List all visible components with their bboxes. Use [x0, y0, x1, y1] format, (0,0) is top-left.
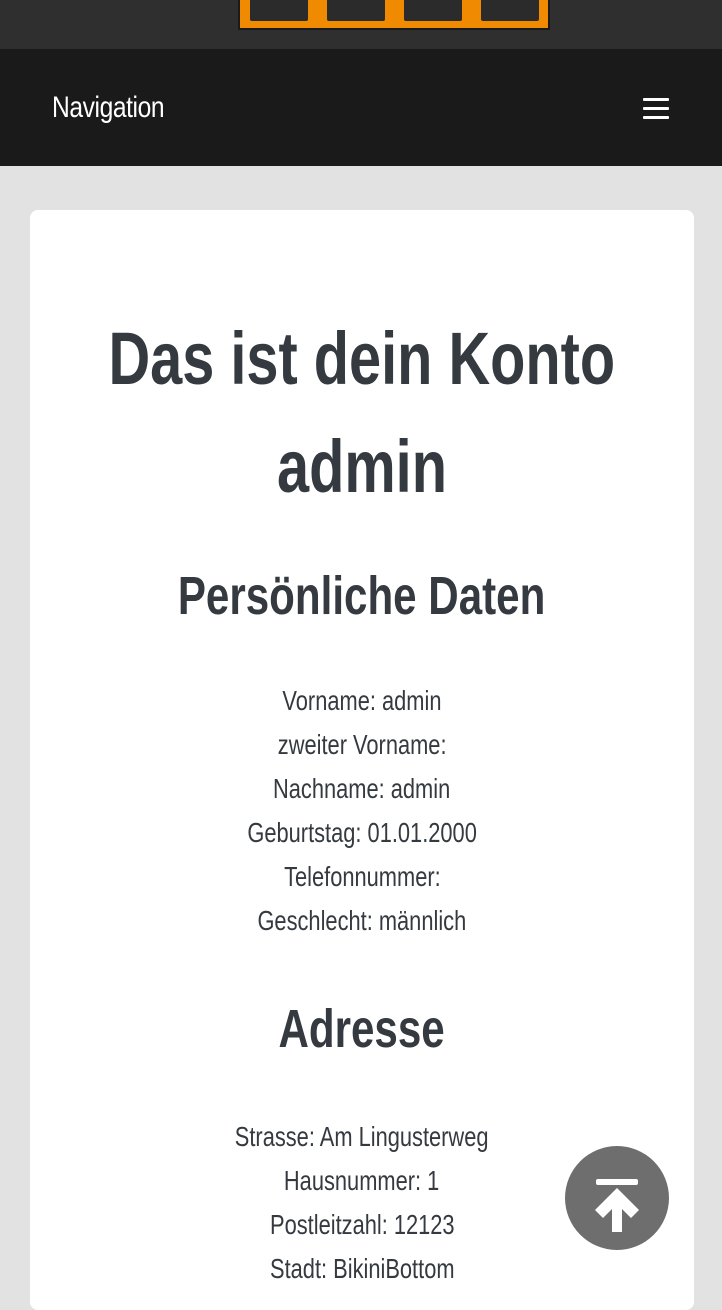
logo-letter-block — [326, 0, 385, 21]
arrow-up-to-top-icon — [595, 1179, 639, 1232]
personal-data-line: Nachname: admin — [273, 773, 451, 804]
logo-letter-block — [249, 0, 308, 21]
address-line: Postleitzahl: 12123 — [269, 1209, 455, 1240]
logo-letter-block — [403, 0, 462, 21]
personal-data-list: Vorname: admin zweiter Vorname: Nachname… — [30, 679, 694, 943]
hamburger-menu-icon[interactable] — [643, 98, 669, 124]
personal-data-line: Telefonnummer: — [283, 861, 441, 892]
address-heading: Adresse — [278, 999, 446, 1059]
page-title-username: admin — [277, 425, 447, 508]
page-title: Das ist dein Konto admin — [30, 305, 694, 521]
address-line: Hausnummer: 1 — [284, 1165, 440, 1196]
personal-data-heading: Persönliche Daten — [178, 566, 546, 626]
account-card: Das ist dein Konto admin Persönliche Dat… — [30, 210, 694, 1310]
personal-data-line: Geburtstag: 01.01.2000 — [247, 817, 477, 848]
logo-letter-block — [480, 0, 539, 21]
scroll-to-top-button[interactable] — [565, 1146, 669, 1250]
address-line: Strasse: Am Lingusterweg — [235, 1121, 489, 1152]
address-line: Stadt: BikiniBottom — [269, 1253, 455, 1284]
top-banner — [0, 0, 722, 49]
page-title-line: Das ist dein Konto — [108, 317, 616, 400]
personal-data-line: Geschlecht: männlich — [257, 905, 467, 936]
personal-data-line: Vorname: admin — [282, 685, 442, 716]
personal-data-line: zweiter Vorname: — [277, 729, 447, 760]
navbar-brand[interactable]: Navigation — [52, 91, 165, 125]
site-logo[interactable] — [238, 0, 550, 30]
navbar: Navigation — [0, 49, 722, 166]
